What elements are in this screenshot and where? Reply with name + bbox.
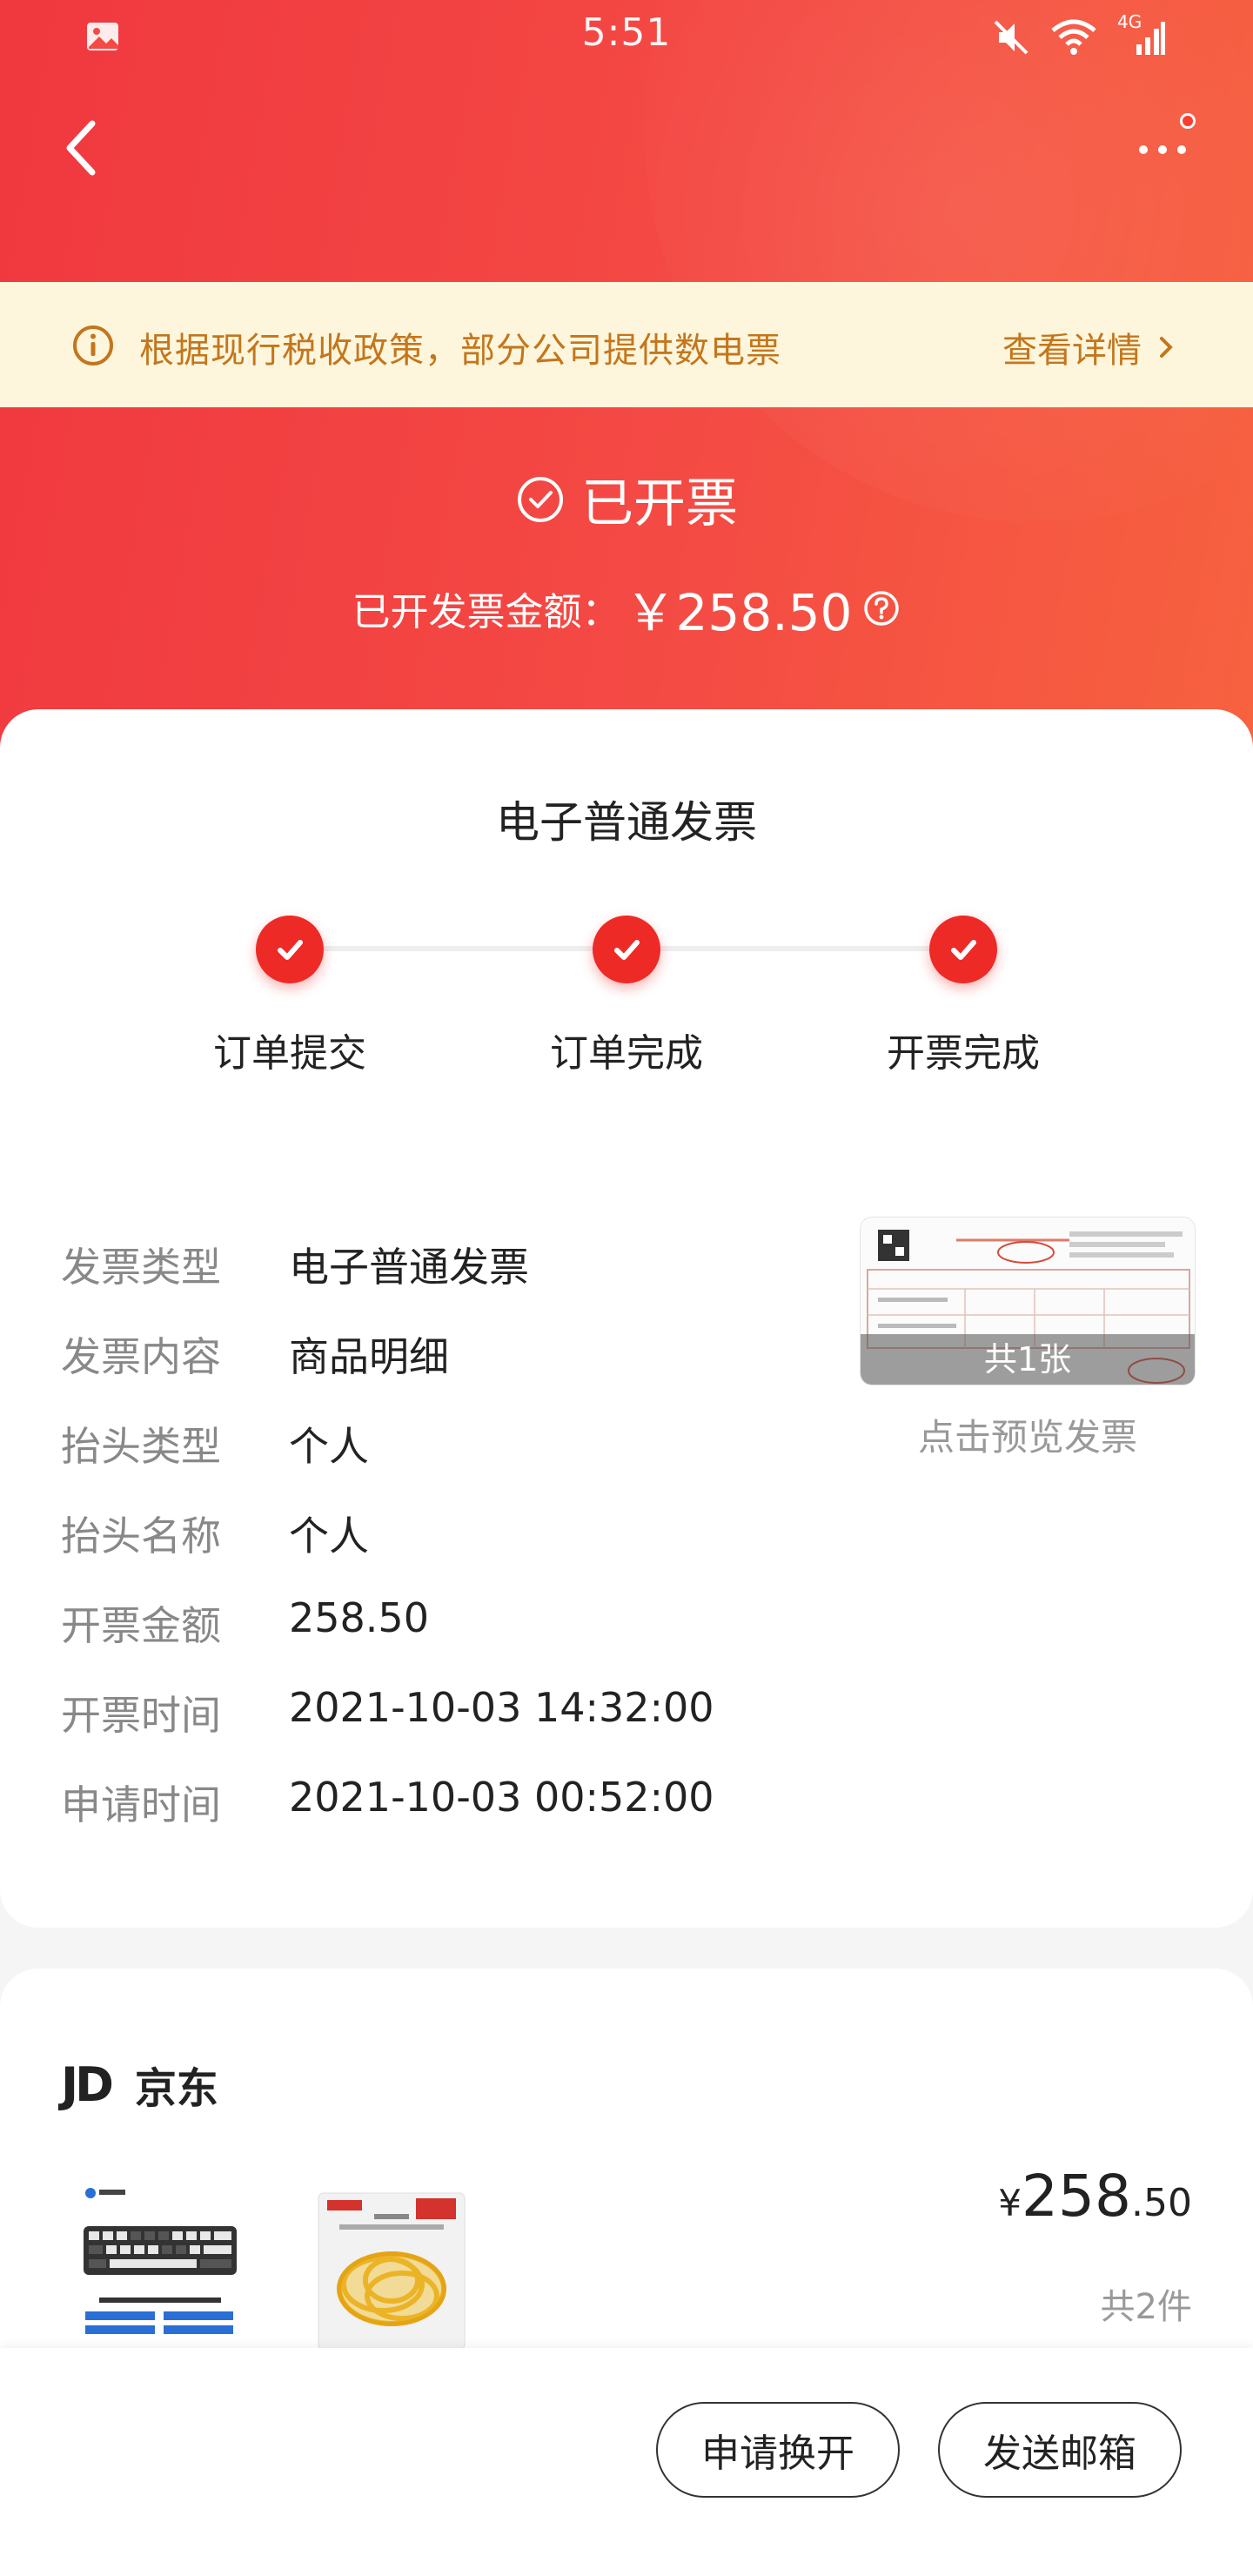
info-value: 个人 xyxy=(289,1423,369,1470)
price-decimal: .50 xyxy=(1131,2181,1192,2225)
keyboard-image xyxy=(73,2176,247,2350)
preview-invoice-link[interactable]: 点击预览发票 xyxy=(860,1408,1196,1461)
view-details-label: 查看详情 xyxy=(1002,331,1142,371)
preview-count: 共1张 xyxy=(861,1334,1195,1385)
info-row-title-name: 抬头名称 个人 xyxy=(61,1505,714,1594)
wifi-icon xyxy=(1051,19,1096,55)
step-label: 订单完成 xyxy=(550,1031,703,1076)
check-circle-icon xyxy=(518,476,563,522)
info-value: 2021-10-03 14:32:00 xyxy=(289,1684,714,1731)
info-icon xyxy=(73,325,113,366)
step-check-icon xyxy=(256,916,324,983)
info-row-apply-time: 申请时间 2021-10-03 00:52:00 xyxy=(61,1774,714,1863)
step-order-submitted: 订单提交 xyxy=(159,916,420,1077)
status-title: 已开票 xyxy=(581,473,738,534)
store-header[interactable]: JD 京东 xyxy=(61,2054,218,2115)
card-title: 电子普通发票 xyxy=(496,797,757,848)
item-count: 共2件 xyxy=(1100,2287,1192,2327)
info-row-invoice-amount: 开票金额 258.50 xyxy=(61,1594,714,1684)
more-icon[interactable] xyxy=(1131,122,1201,174)
order-price: ¥ 258 .50 xyxy=(998,2163,1192,2230)
info-key: 开票金额 xyxy=(61,1602,221,1649)
info-row-invoice-content: 发票内容 商品明细 xyxy=(61,1325,714,1415)
info-row-invoice-time: 开票时间 2021-10-03 14:32:00 xyxy=(61,1684,714,1774)
info-value: 258.50 xyxy=(289,1594,429,1641)
decorative-swirl xyxy=(644,0,1253,522)
back-icon[interactable] xyxy=(56,113,108,183)
tax-notice-bar[interactable]: 根据现行税收政策，部分公司提供数电票 查看详情 xyxy=(0,282,1253,407)
step-check-icon xyxy=(929,916,997,983)
price-currency: ¥ xyxy=(998,2182,1022,2224)
view-details-link[interactable]: 查看详情 xyxy=(1002,322,1175,372)
bottom-action-bar: 申请换开 发送邮箱 xyxy=(0,2348,1253,2576)
step-label: 开票完成 xyxy=(887,1031,1040,1076)
info-value: 个人 xyxy=(289,1513,369,1560)
step-invoice-completed: 开票完成 xyxy=(833,916,1094,1077)
invoice-amount: ￥258.50 xyxy=(625,583,853,642)
signal-icon: 4G xyxy=(1117,11,1166,57)
info-value: 商品明细 xyxy=(289,1333,449,1380)
amount-label: 已开发票金额： xyxy=(352,590,620,634)
chevron-right-icon xyxy=(1160,337,1173,358)
invoice-status: 已开票 已开发票金额： ￥258.50 xyxy=(0,461,1253,645)
invoice-preview-thumbnail[interactable]: 共1张 xyxy=(860,1217,1196,1385)
send-email-button[interactable]: 发送邮箱 xyxy=(938,2402,1182,2498)
notification-dot xyxy=(1180,113,1196,129)
product-thumbnail-rubber-bands[interactable] xyxy=(305,2176,479,2350)
notice-text: 根据现行税收政策，部分公司提供数电票 xyxy=(139,331,781,371)
info-row-invoice-type: 发票类型 电子普通发票 xyxy=(61,1236,714,1325)
info-key: 抬头类型 xyxy=(61,1423,221,1470)
info-key: 发票内容 xyxy=(61,1333,221,1380)
store-name: 京东 xyxy=(134,2064,218,2113)
help-icon[interactable] xyxy=(862,589,901,627)
info-key: 抬头名称 xyxy=(61,1513,221,1560)
product-thumbnail-keyboard[interactable] xyxy=(73,2176,247,2350)
info-value: 电子普通发票 xyxy=(289,1244,529,1291)
rubber-bands-image xyxy=(305,2176,479,2350)
info-key: 发票类型 xyxy=(61,1244,221,1291)
jd-logo: JD xyxy=(61,2056,114,2112)
invoice-info-list: 发票类型 电子普通发票 发票内容 商品明细 抬头类型 个人 抬头名称 个人 开票… xyxy=(61,1236,714,1863)
mute-icon xyxy=(994,20,1029,55)
info-row-title-type: 抬头类型 个人 xyxy=(61,1415,714,1505)
step-check-icon xyxy=(593,916,660,983)
reissue-button[interactable]: 申请换开 xyxy=(656,2402,900,2498)
info-value: 2021-10-03 00:52:00 xyxy=(289,1774,714,1821)
price-integer: 258 xyxy=(1022,2163,1132,2230)
info-key: 申请时间 xyxy=(61,1781,221,1828)
status-bar: 5:51 4G xyxy=(0,0,1253,75)
info-key: 开票时间 xyxy=(61,1692,221,1739)
step-label: 订单提交 xyxy=(213,1031,366,1076)
step-order-completed: 订单完成 xyxy=(496,916,757,1077)
